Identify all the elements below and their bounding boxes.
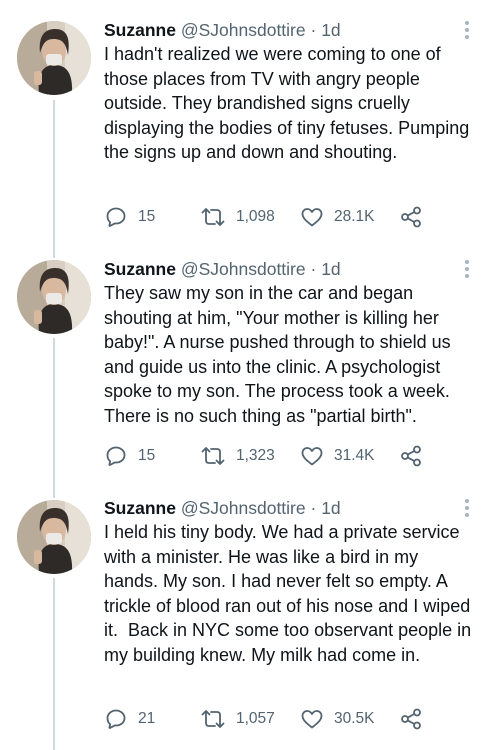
tweet-text: I held his tiny body. We had a private s… bbox=[104, 522, 477, 665]
tweet-text: I hadn't realized we were coming to one … bbox=[104, 44, 475, 162]
tweet[interactable]: Suzanne @SJohnsdottire · 1d They saw my … bbox=[0, 257, 495, 482]
heart-icon bbox=[301, 710, 323, 729]
heart-icon bbox=[301, 208, 323, 227]
share-button[interactable] bbox=[399, 707, 423, 731]
retweet-button[interactable]: 1,323 bbox=[200, 444, 275, 468]
share-icon bbox=[401, 708, 421, 730]
timestamp[interactable]: 1d bbox=[321, 259, 340, 279]
more-options-icon[interactable] bbox=[456, 18, 478, 42]
tweet-header: Suzanne @SJohnsdottire · 1d bbox=[104, 257, 341, 281]
like-button[interactable]: 30.5K bbox=[300, 707, 375, 731]
separator-dot: · bbox=[310, 498, 317, 518]
timestamp[interactable]: 1d bbox=[321, 498, 340, 518]
reply-button[interactable]: 21 bbox=[104, 707, 155, 731]
retweet-count: 1,057 bbox=[236, 710, 275, 727]
tweet-thread: Suzanne @SJohnsdottire · 1d I hadn't rea… bbox=[0, 0, 495, 750]
share-button[interactable] bbox=[399, 205, 423, 229]
like-button[interactable]: 31.4K bbox=[300, 444, 375, 468]
tweet-actions: 15 1,098 28.1K bbox=[104, 205, 444, 229]
reply-button[interactable]: 15 bbox=[104, 205, 155, 229]
retweet-icon bbox=[201, 710, 225, 728]
tweet[interactable]: Suzanne @SJohnsdottire · 1d I held his t… bbox=[0, 496, 495, 736]
like-button[interactable]: 28.1K bbox=[300, 205, 375, 229]
share-button[interactable] bbox=[399, 444, 423, 468]
more-options-icon[interactable] bbox=[456, 496, 478, 520]
tweet-header: Suzanne @SJohnsdottire · 1d bbox=[104, 496, 341, 520]
reply-count: 15 bbox=[138, 447, 156, 464]
display-name[interactable]: Suzanne bbox=[104, 498, 176, 518]
like-count: 28.1K bbox=[334, 208, 375, 225]
display-name[interactable]: Suzanne bbox=[104, 20, 176, 40]
like-count: 30.5K bbox=[334, 710, 375, 727]
tweet-actions: 21 1,057 30.5K bbox=[104, 707, 444, 731]
avatar-image bbox=[17, 260, 91, 334]
retweet-icon bbox=[201, 447, 225, 465]
reply-icon bbox=[106, 446, 126, 466]
user-handle[interactable]: @SJohnsdottire bbox=[181, 259, 306, 279]
like-count: 31.4K bbox=[334, 447, 375, 464]
retweet-count: 1,098 bbox=[236, 208, 275, 225]
tweet-header: Suzanne @SJohnsdottire · 1d bbox=[104, 18, 341, 42]
tweet[interactable]: Suzanne @SJohnsdottire · 1d I hadn't rea… bbox=[0, 18, 495, 243]
retweet-icon bbox=[201, 208, 225, 226]
avatar[interactable] bbox=[17, 21, 91, 95]
avatar-image bbox=[17, 500, 91, 574]
reply-icon bbox=[106, 207, 126, 227]
more-options-icon[interactable] bbox=[456, 257, 478, 281]
timestamp[interactable]: 1d bbox=[321, 20, 340, 40]
reply-count: 15 bbox=[138, 208, 156, 225]
share-icon bbox=[401, 206, 421, 228]
share-icon bbox=[401, 445, 421, 467]
tweet-text: They saw my son in the car and began sho… bbox=[104, 283, 456, 426]
reply-count: 21 bbox=[138, 710, 156, 727]
avatar[interactable] bbox=[17, 260, 91, 334]
heart-icon bbox=[301, 447, 323, 466]
tweet-actions: 15 1,323 31.4K bbox=[104, 444, 444, 468]
reply-button[interactable]: 15 bbox=[104, 444, 155, 468]
retweet-button[interactable]: 1,057 bbox=[200, 707, 275, 731]
avatar[interactable] bbox=[17, 500, 91, 574]
separator-dot: · bbox=[310, 259, 317, 279]
retweet-count: 1,323 bbox=[236, 447, 275, 464]
user-handle[interactable]: @SJohnsdottire bbox=[181, 20, 306, 40]
separator-dot: · bbox=[310, 20, 317, 40]
user-handle[interactable]: @SJohnsdottire bbox=[181, 498, 306, 518]
display-name[interactable]: Suzanne bbox=[104, 259, 176, 279]
reply-icon bbox=[106, 709, 126, 729]
avatar-image bbox=[17, 21, 91, 95]
retweet-button[interactable]: 1,098 bbox=[200, 205, 275, 229]
